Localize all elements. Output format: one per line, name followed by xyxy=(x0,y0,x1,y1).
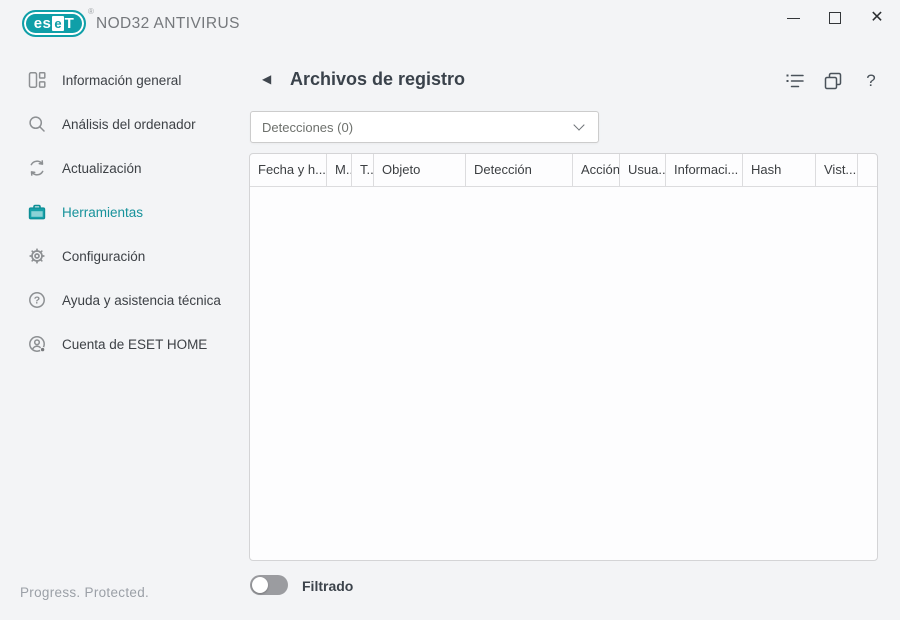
search-icon xyxy=(26,113,48,135)
help-icon: ? xyxy=(866,71,876,90)
sidebar-item-analisis[interactable]: Análisis del ordenador xyxy=(26,102,241,146)
column-header-empty[interactable] xyxy=(858,154,877,186)
sidebar-item-cuenta-eset-home[interactable]: Cuenta de ESET HOME xyxy=(26,322,241,366)
list-details-button[interactable] xyxy=(784,70,806,92)
sidebar-item-informacion-general[interactable]: Información general xyxy=(26,58,241,102)
sidebar-item-label: Configuración xyxy=(62,248,146,264)
dropdown-selected-value: Detecciones (0) xyxy=(262,119,354,135)
column-header-informacion[interactable]: Informaci... xyxy=(666,154,743,186)
sidebar-item-configuracion[interactable]: Configuración xyxy=(26,234,241,278)
refresh-icon xyxy=(26,157,48,179)
logo-text-right: T xyxy=(64,15,75,32)
column-header-accion[interactable]: Acción xyxy=(573,154,620,186)
toolbox-icon xyxy=(26,201,48,223)
column-header-t[interactable]: T... xyxy=(352,154,374,186)
brand-tagline: Progress. Protected. xyxy=(20,585,150,600)
eset-logo-pill: es e T xyxy=(22,10,86,37)
logo-text-left: es xyxy=(33,15,52,32)
sidebar-item-ayuda[interactable]: ? Ayuda y asistencia técnica xyxy=(26,278,241,322)
maximize-button[interactable] xyxy=(818,0,852,36)
chevron-down-icon xyxy=(573,119,585,131)
column-header-visto[interactable]: Vist... xyxy=(816,154,858,186)
sidebar-item-label: Información general xyxy=(62,72,182,88)
account-icon xyxy=(26,333,48,355)
sidebar-item-label: Cuenta de ESET HOME xyxy=(62,336,208,352)
page-title: Archivos de registro xyxy=(290,69,466,89)
sidebar-item-label: Análisis del ordenador xyxy=(62,116,196,132)
help-button[interactable]: ? xyxy=(860,70,882,92)
logo-text-boxed: e xyxy=(52,16,64,31)
sidebar-item-label: Herramientas xyxy=(62,204,144,220)
sidebar-item-label: Actualización xyxy=(62,160,142,176)
filter-toggle[interactable] xyxy=(250,575,288,595)
table-header-row: Fecha y h... M.. T... Objeto Detección A… xyxy=(250,154,877,187)
sidebar-item-herramientas[interactable]: Herramientas xyxy=(26,190,241,234)
header-toolbar: ? xyxy=(784,70,882,92)
log-table: Fecha y h... M.. T... Objeto Detección A… xyxy=(249,153,878,561)
help-circle-icon: ? xyxy=(26,289,48,311)
minimize-button[interactable] xyxy=(776,0,810,36)
column-header-objeto[interactable]: Objeto xyxy=(374,154,466,186)
close-icon: ✕ xyxy=(870,9,884,26)
question-glyph: ? xyxy=(34,295,40,307)
product-title: NOD32 ANTIVIRUS xyxy=(96,15,240,32)
maximize-icon xyxy=(829,12,841,24)
detections-dropdown[interactable]: Detecciones (0) xyxy=(250,111,599,143)
filter-toggle-label: Filtrado xyxy=(302,578,354,594)
gear-icon xyxy=(26,245,48,267)
column-header-hash[interactable]: Hash xyxy=(743,154,816,186)
minimize-icon xyxy=(786,17,800,19)
sidebar-item-actualizacion[interactable]: Actualización xyxy=(26,146,241,190)
column-header-usuario[interactable]: Usua... xyxy=(620,154,666,186)
column-header-fecha[interactable]: Fecha y h... xyxy=(250,154,327,186)
close-button[interactable]: ✕ xyxy=(860,0,894,36)
overview-icon xyxy=(26,69,48,91)
column-header-deteccion[interactable]: Detección xyxy=(466,154,573,186)
back-button[interactable]: ◀ xyxy=(262,72,271,86)
registered-mark: ® xyxy=(88,7,94,16)
copy-button[interactable] xyxy=(822,70,844,92)
sidebar-item-label: Ayuda y asistencia técnica xyxy=(62,292,221,308)
column-header-m[interactable]: M.. xyxy=(327,154,352,186)
eset-logo: es e T ® xyxy=(22,7,94,37)
toggle-knob xyxy=(252,577,268,593)
